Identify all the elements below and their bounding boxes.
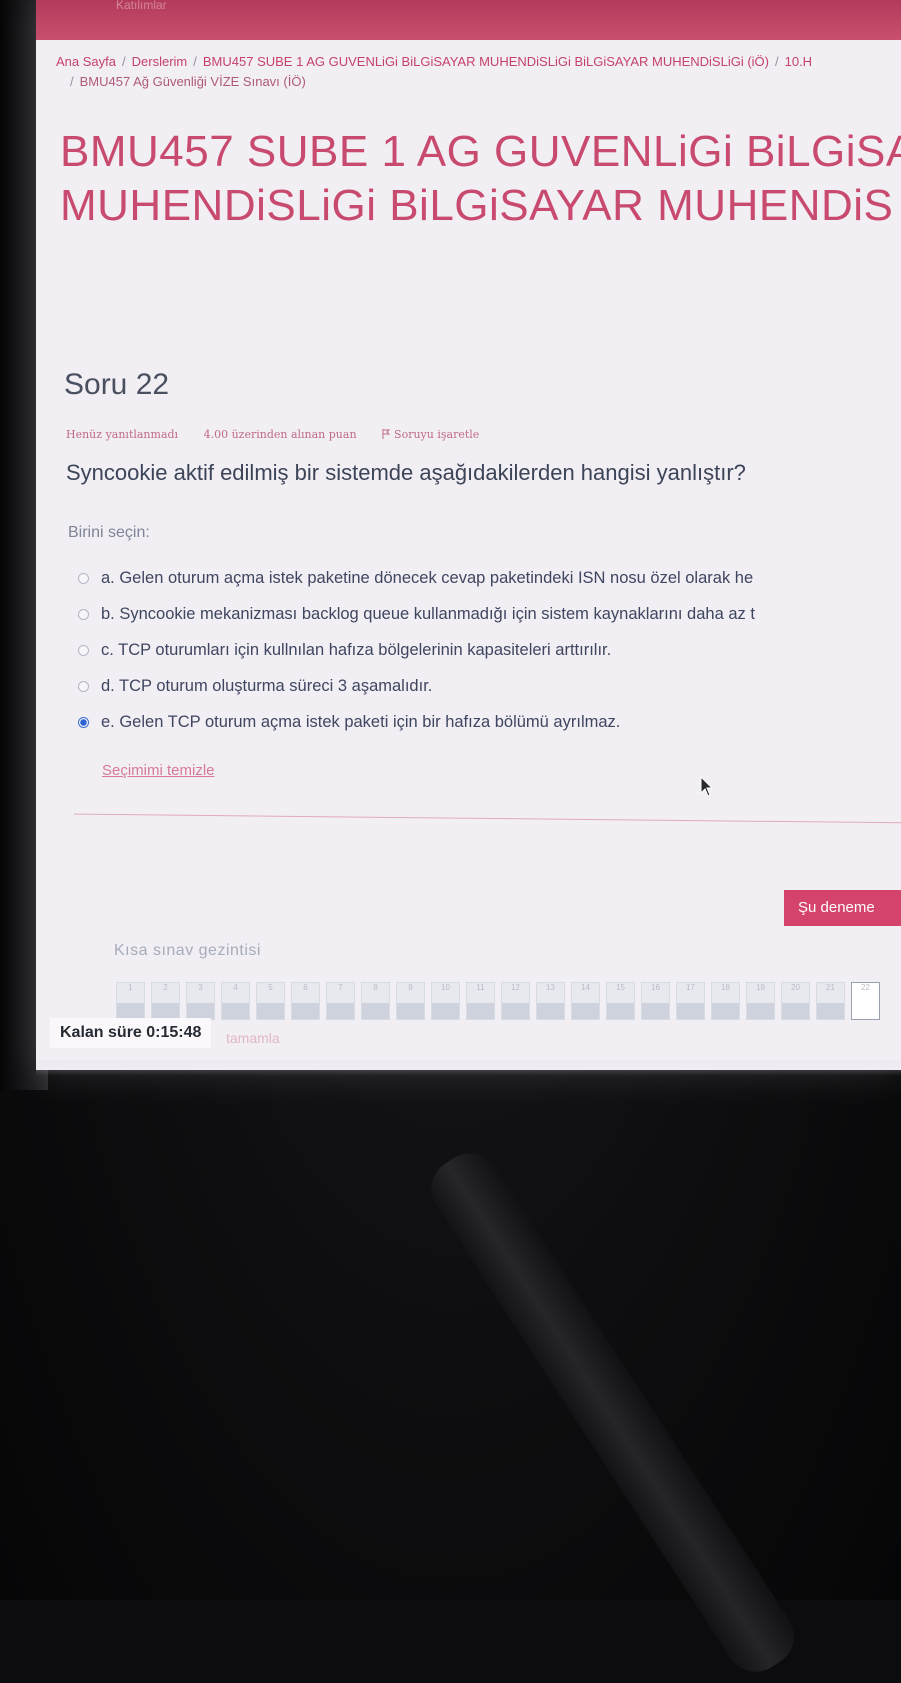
nav-question-button[interactable]: 7	[326, 982, 355, 1020]
breadcrumb-quiz[interactable]: BMU457 Ağ Güvenliği VİZE Sınavı (İÖ)	[80, 74, 306, 89]
answer-option-a[interactable]: a. Gelen oturum açma istek paketine döne…	[78, 560, 755, 596]
nav-question-button[interactable]: 6	[291, 982, 320, 1020]
divider	[74, 813, 901, 824]
nav-question-button[interactable]: 4	[221, 982, 250, 1020]
nav-question-button[interactable]: 16	[641, 982, 670, 1020]
clear-choice-link[interactable]: Seçimimi temizle	[102, 762, 215, 779]
answer-label: b. Syncookie mekanizması backlog queue k…	[101, 604, 755, 623]
breadcrumb-separator: /	[122, 54, 126, 69]
choose-label: Birini seçin:	[68, 524, 150, 541]
question-status: Henüz yanıtlanmadı	[66, 428, 179, 441]
nav-question-button[interactable]: 19	[746, 982, 775, 1020]
nav-question-button[interactable]: 15	[606, 982, 635, 1020]
question-text: Syncookie aktif edilmiş bir sistemde aşa…	[66, 460, 746, 485]
answer-label: e. Gelen TCP oturum açma istek paketi iç…	[101, 712, 621, 731]
radio-button[interactable]	[78, 608, 89, 620]
screen-edge-glare	[36, 1060, 901, 1076]
timer-label: Kalan süre	[60, 1024, 142, 1041]
nav-question-button[interactable]: 8	[361, 982, 390, 1020]
nav-question-button[interactable]: 13	[536, 982, 565, 1020]
nav-question-button[interactable]: 14	[571, 982, 600, 1020]
nav-question-button[interactable]: 1	[116, 982, 145, 1020]
breadcrumb-course[interactable]: BMU457 SUBE 1 AG GUVENLiGi BiLGiSAYAR MU…	[203, 54, 769, 69]
quiz-navigation-title: Kısa sınav gezintisi	[114, 942, 261, 959]
breadcrumb-separator: /	[193, 54, 197, 69]
answer-option-b[interactable]: b. Syncookie mekanizması backlog queue k…	[78, 596, 755, 632]
flag-question[interactable]: Soruyu işaretle	[382, 428, 501, 441]
timer-value: 0:15:48	[146, 1024, 202, 1041]
breadcrumb-row2: / BMU457 Ağ Güvenliği VİZE Sınavı (İÖ)	[56, 72, 901, 92]
answer-option-c[interactable]: c. TCP oturumları için kullnılan hafıza …	[78, 632, 755, 668]
topbar-text: Katılımlar	[116, 0, 167, 12]
breadcrumb-home[interactable]: Ana Sayfa	[56, 54, 116, 69]
nav-question-button[interactable]: 17	[676, 982, 705, 1020]
breadcrumb-courses[interactable]: Derslerim	[132, 54, 188, 69]
nav-question-button[interactable]: 5	[256, 982, 285, 1020]
breadcrumb-separator: /	[774, 54, 779, 69]
nav-question-button[interactable]: 9	[396, 982, 425, 1020]
nav-question-button[interactable]: 11	[466, 982, 495, 1020]
nav-question-button[interactable]: 12	[501, 982, 530, 1020]
nav-question-button[interactable]: 3	[186, 982, 215, 1020]
nav-question-button[interactable]: 20	[781, 982, 810, 1020]
question-info: Henüz yanıtlanmadı 4.00 üzerinden alınan…	[66, 428, 523, 441]
answer-list: a. Gelen oturum açma istek paketine döne…	[78, 560, 755, 740]
flag-question-label: Soruyu işaretle	[394, 428, 480, 441]
nav-question-button-current[interactable]: 22	[851, 982, 880, 1020]
nav-question-button[interactable]: 18	[711, 982, 740, 1020]
question-points: 4.00 üzerinden alınan puan	[203, 428, 357, 441]
mouse-cursor-icon	[700, 776, 714, 797]
question-number: Soru 22	[64, 368, 170, 401]
next-page-button[interactable]: Şu deneme	[784, 890, 901, 926]
radio-button[interactable]	[78, 644, 89, 656]
answer-label: d. TCP oturum oluşturma süreci 3 aşamalı…	[101, 676, 433, 695]
breadcrumb: Ana Sayfa / Derslerim / BMU457 SUBE 1 AG GUV…	[56, 52, 901, 92]
answer-option-d[interactable]: d. TCP oturum oluşturma süreci 3 aşamalı…	[78, 668, 755, 704]
breadcrumb-section[interactable]: 10.H	[785, 54, 812, 69]
breadcrumb-separator: /	[70, 74, 74, 89]
course-title-line1: BMU457 SUBE 1 AG GUVENLiGi BiLGiSA	[60, 127, 901, 176]
time-remaining: Kalan süre 0:15:48	[50, 1018, 212, 1048]
course-title: BMU457 SUBE 1 AG GUVENLiGi BiLGiSA MUHEN…	[60, 125, 901, 233]
radio-button[interactable]	[78, 572, 89, 584]
flag-icon	[382, 429, 391, 439]
screen: Katılımlar Ana Sayfa / Derslerim / BMU457 SU…	[36, 0, 901, 1070]
finish-attempt-link[interactable]: tamamla	[226, 1030, 280, 1046]
top-navbar: Katılımlar	[36, 0, 901, 40]
answer-label: a. Gelen oturum açma istek paketine döne…	[101, 568, 754, 587]
nav-question-button[interactable]: 2	[151, 982, 180, 1020]
quiz-navigation: 1 2 3 4 5 6 7 8 9 10 11 12 13 14 15 16 1…	[116, 982, 886, 1020]
nav-question-button[interactable]: 21	[816, 982, 845, 1020]
course-title-line2: MUHENDiSLiGi BiLGiSAYAR MUHENDiS	[60, 181, 894, 230]
nav-question-button[interactable]: 10	[431, 982, 460, 1020]
answer-option-e[interactable]: e. Gelen TCP oturum açma istek paketi iç…	[78, 704, 755, 740]
answer-label: c. TCP oturumları için kullnılan hafıza …	[101, 640, 612, 659]
radio-button[interactable]	[78, 680, 89, 692]
radio-button-selected[interactable]	[78, 716, 89, 728]
